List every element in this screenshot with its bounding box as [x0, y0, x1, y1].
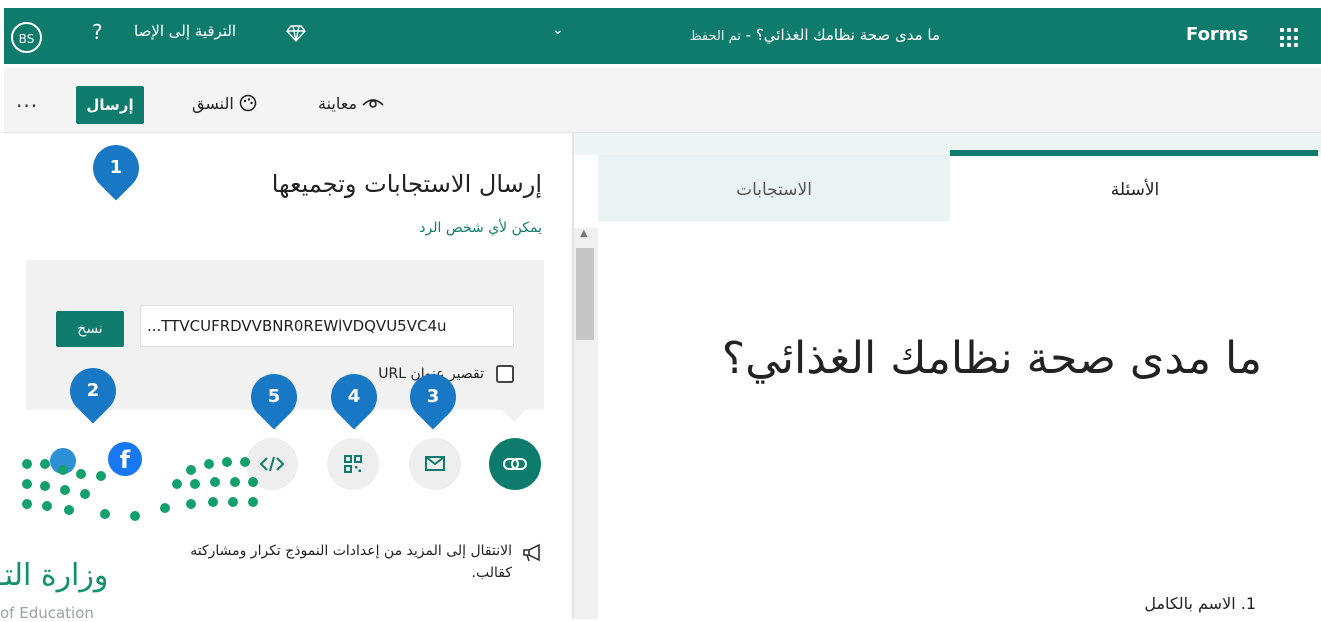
doc-title: ما مدى صحة نظامك الغذائي؟	[755, 26, 940, 44]
copy-button[interactable]: نسخ	[56, 311, 124, 347]
chevron-down-icon[interactable]: ⌄	[552, 22, 564, 38]
diamond-icon	[286, 25, 306, 43]
shorten-url-checkbox[interactable]	[496, 365, 514, 383]
palette-icon	[239, 94, 257, 112]
upgrade-link[interactable]: الترقية إلى الإصا	[134, 22, 236, 40]
response-permission-link[interactable]: يمكن لأي شخص الرد	[300, 220, 542, 236]
form-url-field[interactable]: ...TTVCUFRDVVBNR0REWlVDQVU5VC4u	[140, 305, 514, 347]
scroll-up-icon[interactable]: ▲	[580, 228, 588, 239]
watermark-text: وزارة التـ	[0, 558, 109, 593]
app-launcher-icon[interactable]	[1280, 28, 1300, 48]
more-options-icon[interactable]: ...	[16, 88, 38, 112]
megaphone-icon	[523, 543, 540, 562]
ministry-logo	[0, 455, 262, 525]
tab-responses-label[interactable]: الاستجابات	[640, 180, 908, 200]
theme-button[interactable]: النسق	[192, 94, 257, 113]
tip-text: الانتقال إلى المزيد من إعدادات النموذج ت…	[190, 543, 512, 581]
preview-button[interactable]: معاينة	[318, 94, 384, 113]
theme-label: النسق	[192, 94, 234, 113]
title-separator: -	[740, 26, 756, 44]
doc-title-bar[interactable]: ما مدى صحة نظامك الغذائي؟ - تم الحفظ	[470, 26, 940, 44]
form-title[interactable]: ما مدى صحة نظامك الغذائي؟	[700, 330, 1262, 388]
share-email-button[interactable]	[409, 438, 461, 490]
eye-icon	[362, 99, 384, 108]
scrollbar-thumb[interactable]	[576, 248, 594, 340]
help-icon[interactable]: ?	[92, 20, 103, 44]
active-tab-indicator	[950, 150, 1318, 156]
question-1-title[interactable]: 1. الاسم بالكامل	[960, 594, 1256, 613]
share-link-button[interactable]	[489, 438, 541, 490]
mail-icon	[425, 456, 445, 471]
send-button[interactable]: إرسال	[76, 86, 144, 124]
step-marker-5: 5	[267, 386, 281, 407]
app-name[interactable]: Forms	[1186, 24, 1248, 45]
share-qr-button[interactable]	[327, 438, 379, 490]
qr-code-icon	[344, 455, 362, 473]
step-marker-2: 2	[86, 380, 100, 401]
preview-label: معاينة	[318, 94, 358, 113]
step-marker-1: 1	[109, 157, 123, 178]
save-status: تم الحفظ	[689, 29, 741, 44]
step-marker-4: 4	[347, 386, 361, 407]
avatar[interactable]: BS	[11, 22, 42, 53]
watermark-subtext: of Education	[0, 604, 94, 622]
tab-questions-label[interactable]: الأسئلة	[990, 180, 1280, 200]
step-marker-3: 3	[426, 386, 440, 407]
send-panel-title: إرسال الاستجابات وتجميعها	[271, 170, 542, 198]
link-icon	[503, 458, 527, 470]
